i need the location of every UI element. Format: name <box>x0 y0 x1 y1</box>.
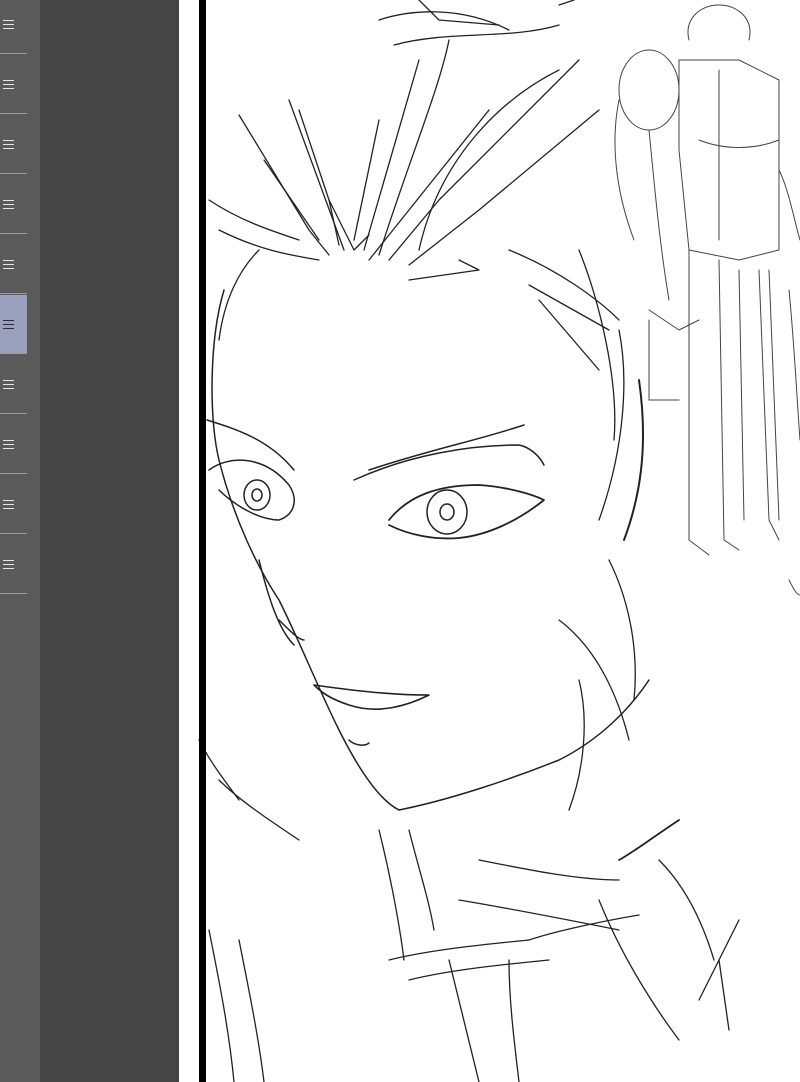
layer-item-selected[interactable] <box>0 295 27 354</box>
drag-handle-icon[interactable] <box>3 139 14 149</box>
layer-item[interactable] <box>0 475 27 534</box>
layer-item[interactable] <box>0 0 27 54</box>
layer-item[interactable] <box>0 55 27 114</box>
hair-strokes <box>208 0 644 541</box>
canvas-edge <box>199 0 206 1082</box>
layer-item[interactable] <box>0 355 27 414</box>
drag-handle-icon[interactable] <box>3 199 14 209</box>
drag-handle-icon[interactable] <box>3 499 14 509</box>
drag-handle-icon[interactable] <box>3 439 14 449</box>
drag-handle-icon[interactable] <box>3 319 14 329</box>
drag-handle-icon[interactable] <box>3 259 14 269</box>
collar-strokes <box>198 559 740 1082</box>
drag-handle-icon[interactable] <box>3 19 14 29</box>
layer-item[interactable] <box>0 535 27 594</box>
layer-item[interactable] <box>0 175 27 234</box>
drag-handle-icon[interactable] <box>3 379 14 389</box>
sketch-artwork <box>198 0 800 1082</box>
drag-handle-icon[interactable] <box>3 79 14 89</box>
workspace-background <box>40 0 179 1082</box>
layer-item[interactable] <box>0 415 27 474</box>
layer-item[interactable] <box>0 115 27 174</box>
layer-item[interactable] <box>0 235 27 294</box>
drag-handle-icon[interactable] <box>3 559 14 569</box>
face-strokes <box>206 289 650 811</box>
drawing-canvas[interactable] <box>179 0 800 1082</box>
drawing-app-window <box>0 0 800 1082</box>
layers-panel <box>0 0 40 1082</box>
background-figures <box>614 4 800 596</box>
